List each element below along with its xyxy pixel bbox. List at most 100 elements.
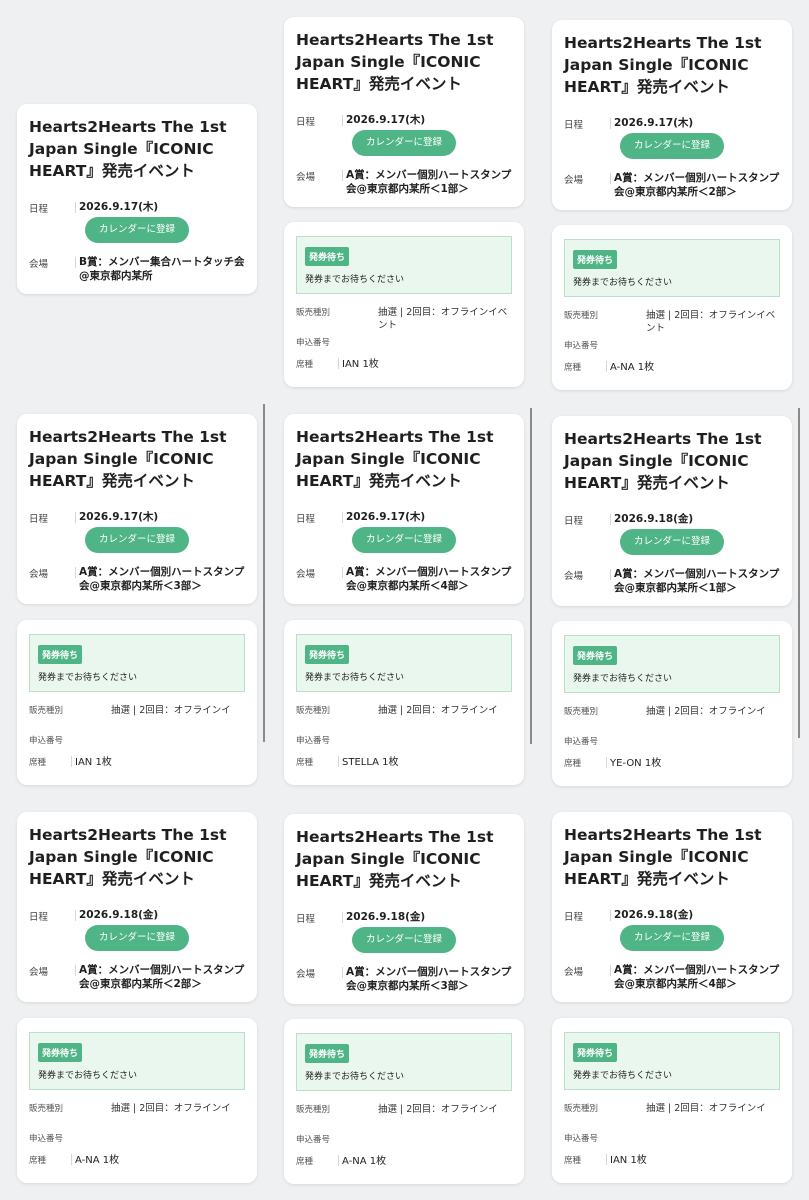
add-to-calendar-button[interactable]: カレンダーに登録 bbox=[620, 529, 724, 555]
add-to-calendar-button[interactable]: カレンダーに登録 bbox=[85, 925, 189, 951]
sales-type-row: 販売種別 抽選 | 2回目：オフラインイ bbox=[564, 1102, 780, 1132]
event-date: 2026.9.17(木) bbox=[79, 201, 159, 213]
event-card-4: Hearts2Hearts The 1st Japan Single『ICONI… bbox=[17, 414, 257, 604]
event-title: Hearts2Hearts The 1st Japan Single『ICONI… bbox=[29, 826, 227, 888]
seat-type-row: 席種 IAN 1枚 bbox=[29, 756, 245, 769]
date-label: 日程 bbox=[564, 120, 584, 131]
event-venue: A賞：メンバー個別ハートスタンプ会@東京都内某所＜2部＞ bbox=[614, 172, 780, 198]
date-row: 日程 2026.9.18(金) bbox=[564, 512, 780, 527]
application-number-label: 申込番号 bbox=[296, 736, 331, 746]
ticket-status-box: 発券待ち 発券までお待ちください bbox=[296, 1033, 512, 1091]
application-number-row: 申込番号 bbox=[564, 339, 780, 361]
sales-type-row: 販売種別 抽選 | 2回目：オフラインイベント bbox=[564, 309, 780, 339]
sales-type-label: 販売種別 bbox=[564, 311, 599, 321]
status-message: 発券までお待ちください bbox=[38, 673, 138, 683]
seat-type-label: 席種 bbox=[564, 759, 582, 769]
add-to-calendar-button[interactable]: カレンダーに登録 bbox=[620, 133, 724, 159]
venue-row: 会場 A賞：メンバー個別ハートスタンプ会@東京都内某所＜1部＞ bbox=[296, 168, 512, 196]
date-row: 日程 2026.9.17(木) bbox=[564, 116, 780, 131]
event-title: Hearts2Hearts The 1st Japan Single『ICONI… bbox=[296, 31, 494, 93]
ticket-card-3: 発券待ち 発券までお待ちください 販売種別 抽選 | 2回目：オフラインイベント … bbox=[552, 225, 792, 390]
divider-line bbox=[798, 408, 800, 738]
date-row: 日程 2026.9.18(金) bbox=[564, 908, 780, 923]
venue-row: 会場 A賞：メンバー個別ハートスタンプ会@東京都内某所＜1部＞ bbox=[564, 567, 780, 595]
event-title: Hearts2Hearts The 1st Japan Single『ICONI… bbox=[296, 828, 494, 890]
event-venue: B賞：メンバー集合ハートタッチ会@東京都内某所 bbox=[79, 256, 245, 282]
event-venue: A賞：メンバー個別ハートスタンプ会@東京都内某所＜3部＞ bbox=[79, 566, 245, 592]
seat-type-value: IAN 1枚 bbox=[75, 757, 112, 768]
venue-row: 会場 B賞：メンバー集合ハートタッチ会@東京都内某所 bbox=[29, 255, 245, 283]
ticket-card-7: 発券待ち 発券までお待ちください 販売種別 抽選 | 2回目：オフラインイ 申込番… bbox=[17, 1018, 257, 1183]
event-title: Hearts2Hearts The 1st Japan Single『ICONI… bbox=[564, 34, 762, 96]
event-card-9: Hearts2Hearts The 1st Japan Single『ICONI… bbox=[552, 812, 792, 1002]
seat-type-row: 席種 A-NA 1枚 bbox=[564, 361, 780, 374]
event-date: 2026.9.17(木) bbox=[346, 114, 426, 126]
ticket-card-2: 発券待ち 発券までお待ちください 販売種別 抽選 | 2回目：オフラインイベント … bbox=[284, 222, 524, 387]
event-venue: A賞：メンバー個別ハートスタンプ会@東京都内某所＜1部＞ bbox=[614, 568, 780, 594]
ticket-card-8: 発券待ち 発券までお待ちください 販売種別 抽選 | 2回目：オフラインイ 申込番… bbox=[284, 1019, 524, 1184]
seat-type-row: 席種 IAN 1枚 bbox=[296, 358, 512, 371]
sales-type-label: 販売種別 bbox=[564, 1104, 599, 1114]
application-number-row: 申込番号 bbox=[296, 1133, 512, 1155]
status-message: 発券までお待ちください bbox=[573, 674, 673, 684]
application-number-label: 申込番号 bbox=[29, 736, 64, 746]
ticket-status-box: 発券待ち 発券までお待ちください bbox=[564, 239, 780, 297]
date-row: 日程 2026.9.17(木) bbox=[296, 510, 512, 525]
date-row: 日程 2026.9.17(木) bbox=[296, 113, 512, 128]
event-card-6: Hearts2Hearts The 1st Japan Single『ICONI… bbox=[552, 416, 792, 606]
event-title: Hearts2Hearts The 1st Japan Single『ICONI… bbox=[564, 826, 762, 888]
event-venue: A賞：メンバー個別ハートスタンプ会@東京都内某所＜4部＞ bbox=[614, 964, 780, 990]
seat-type-value: A-NA 1枚 bbox=[610, 362, 655, 373]
event-card-5: Hearts2Hearts The 1st Japan Single『ICONI… bbox=[284, 414, 524, 604]
sales-type-value: 抽選 | 2回目：オフラインイ bbox=[111, 1103, 231, 1114]
ticket-status-box: 発券待ち 発券までお待ちください bbox=[29, 1032, 245, 1090]
add-to-calendar-button[interactable]: カレンダーに登録 bbox=[85, 217, 189, 243]
event-card-1: Hearts2Hearts The 1st Japan Single『ICONI… bbox=[17, 104, 257, 294]
seat-type-row: 席種 A-NA 1枚 bbox=[29, 1154, 245, 1167]
ticket-status-box: 発券待ち 発券までお待ちください bbox=[564, 635, 780, 693]
seat-type-label: 席種 bbox=[29, 758, 47, 768]
seat-type-row: 席種 YE-ON 1枚 bbox=[564, 757, 780, 770]
date-label: 日程 bbox=[296, 117, 316, 128]
add-to-calendar-button[interactable]: カレンダーに登録 bbox=[352, 527, 456, 553]
add-to-calendar-button[interactable]: カレンダーに登録 bbox=[352, 130, 456, 156]
application-number-label: 申込番号 bbox=[564, 1134, 599, 1144]
sales-type-label: 販売種別 bbox=[296, 706, 331, 716]
status-badge: 発券待ち bbox=[305, 645, 350, 664]
event-card-7: Hearts2Hearts The 1st Japan Single『ICONI… bbox=[17, 812, 257, 1002]
sales-type-label: 販売種別 bbox=[296, 308, 331, 318]
date-label: 日程 bbox=[29, 912, 49, 923]
add-to-calendar-button[interactable]: カレンダーに登録 bbox=[620, 925, 724, 951]
application-number-label: 申込番号 bbox=[296, 1135, 331, 1145]
sales-type-row: 販売種別 抽選 | 2回目：オフラインイ bbox=[29, 1102, 245, 1132]
status-badge: 発券待ち bbox=[573, 1043, 618, 1062]
ticket-card-9: 発券待ち 発券までお待ちください 販売種別 抽選 | 2回目：オフラインイ 申込番… bbox=[552, 1018, 792, 1183]
application-number-label: 申込番号 bbox=[564, 341, 599, 351]
event-date: 2026.9.18(金) bbox=[614, 513, 694, 525]
seat-type-row: 席種 IAN 1枚 bbox=[564, 1154, 780, 1167]
status-badge: 発券待ち bbox=[38, 1043, 83, 1062]
divider-line bbox=[263, 404, 265, 742]
sales-type-value: 抽選 | 2回目：オフラインイ bbox=[378, 1104, 498, 1115]
add-to-calendar-button[interactable]: カレンダーに登録 bbox=[85, 527, 189, 553]
divider-line bbox=[530, 408, 532, 744]
add-to-calendar-button[interactable]: カレンダーに登録 bbox=[352, 927, 456, 953]
sales-type-label: 販売種別 bbox=[296, 1105, 331, 1115]
application-number-row: 申込番号 bbox=[564, 735, 780, 757]
seat-type-value: A-NA 1枚 bbox=[75, 1155, 120, 1166]
application-number-row: 申込番号 bbox=[296, 734, 512, 756]
date-label: 日程 bbox=[296, 514, 316, 525]
venue-row: 会場 A賞：メンバー個別ハートスタンプ会@東京都内某所＜2部＞ bbox=[29, 963, 245, 991]
venue-label: 会場 bbox=[564, 967, 584, 978]
status-badge: 発券待ち bbox=[573, 646, 618, 665]
event-date: 2026.9.17(木) bbox=[614, 117, 694, 129]
date-row: 日程 2026.9.17(木) bbox=[29, 200, 245, 215]
date-label: 日程 bbox=[564, 912, 584, 923]
event-title: Hearts2Hearts The 1st Japan Single『ICONI… bbox=[564, 430, 762, 492]
event-title: Hearts2Hearts The 1st Japan Single『ICONI… bbox=[296, 428, 494, 490]
venue-label: 会場 bbox=[29, 569, 49, 580]
event-venue: A賞：メンバー個別ハートスタンプ会@東京都内某所＜2部＞ bbox=[79, 964, 245, 990]
event-card-8: Hearts2Hearts The 1st Japan Single『ICONI… bbox=[284, 814, 524, 1004]
sales-type-row: 販売種別 抽選 | 2回目：オフラインイ bbox=[296, 1103, 512, 1133]
status-message: 発券までお待ちください bbox=[38, 1071, 138, 1081]
